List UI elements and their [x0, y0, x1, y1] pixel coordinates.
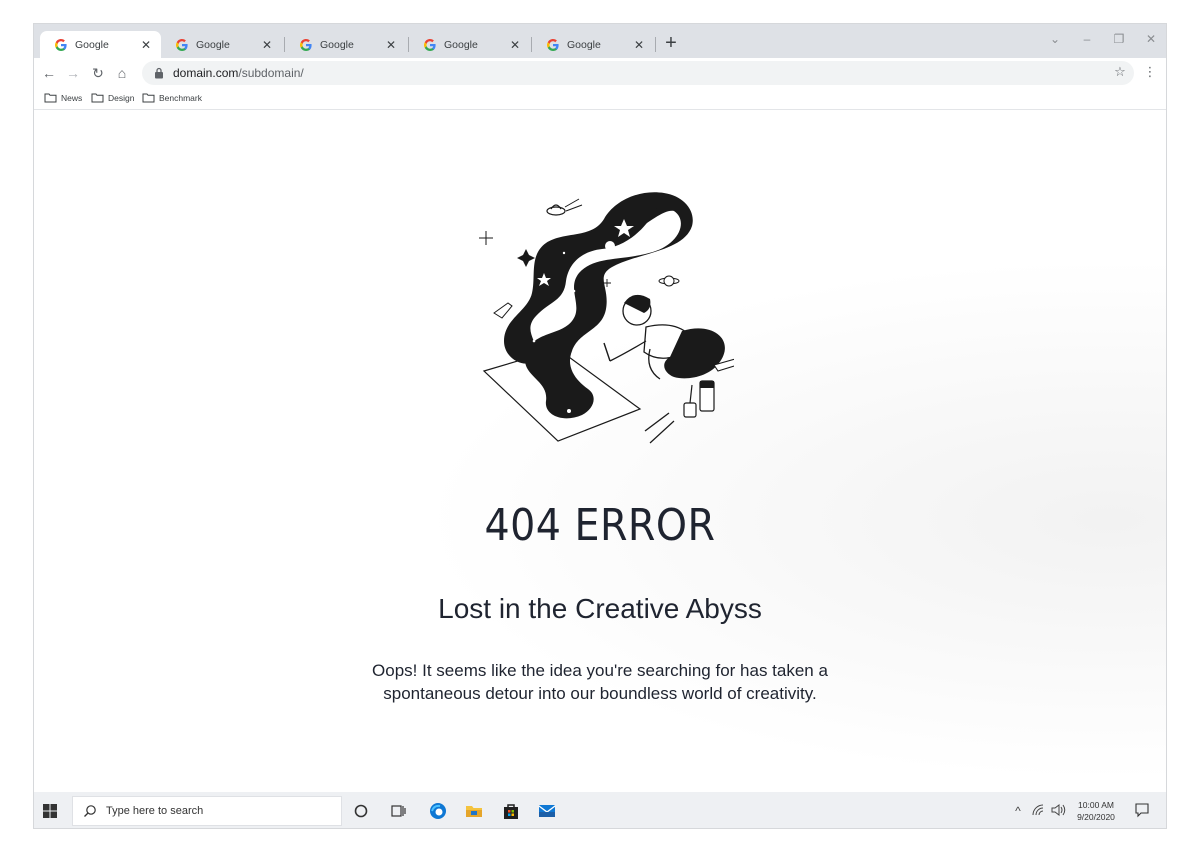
folder-icon: [44, 93, 57, 103]
tab-strip: Google ✕ Google ✕ Google ✕ Google ✕ Goog…: [34, 24, 1166, 58]
forward-button[interactable]: →: [64, 64, 82, 82]
browser-toolbar: ← → ↻ ⌂ domain.com/subdomain/ ☆ ⋮: [34, 58, 1166, 88]
google-icon: [55, 38, 67, 51]
bookmark-design[interactable]: Design: [91, 92, 134, 103]
bookmark-label: Benchmark: [159, 92, 202, 103]
bookmark-star-icon[interactable]: ☆: [1111, 64, 1129, 80]
system-clock[interactable]: 10:00 AM 9/20/2020: [1070, 799, 1122, 823]
mail-icon[interactable]: [538, 802, 556, 820]
search-placeholder: Type here to search: [106, 805, 204, 817]
tab-close-button[interactable]: ✕: [508, 38, 522, 52]
bookmark-news[interactable]: News: [44, 92, 82, 103]
tab-search-dropdown-button[interactable]: ⌄: [1046, 32, 1064, 46]
minimize-button[interactable]: –: [1078, 32, 1096, 46]
lock-icon: [155, 67, 163, 79]
tab-4[interactable]: Google ✕: [409, 31, 530, 58]
volume-icon[interactable]: [1050, 803, 1066, 817]
google-icon: [300, 38, 312, 51]
cortana-icon[interactable]: [352, 802, 370, 820]
task-view-icon[interactable]: [389, 802, 407, 820]
tab-title: Google: [320, 38, 354, 51]
tab-close-button[interactable]: ✕: [260, 38, 274, 52]
bookmark-benchmark[interactable]: Benchmark: [142, 92, 202, 103]
tray-expand-chevron[interactable]: ^: [1010, 804, 1026, 818]
new-tab-button[interactable]: +: [662, 33, 680, 53]
file-explorer-icon[interactable]: [465, 802, 483, 820]
url-path: /subdomain/: [238, 66, 304, 80]
google-icon: [424, 38, 436, 51]
tab-title: Google: [444, 38, 478, 51]
tab-close-button[interactable]: ✕: [139, 38, 153, 52]
tab-title: Google: [196, 38, 230, 51]
tab-close-button[interactable]: ✕: [384, 38, 398, 52]
folder-icon: [142, 93, 155, 103]
tab-3[interactable]: Google ✕: [285, 31, 406, 58]
tab-title: Google: [75, 38, 109, 51]
close-window-button[interactable]: ✕: [1142, 32, 1160, 46]
wifi-icon[interactable]: [1031, 803, 1045, 817]
folder-icon: [91, 93, 104, 103]
google-icon: [547, 38, 559, 51]
tab-title: Google: [567, 38, 601, 51]
tab-close-button[interactable]: ✕: [632, 38, 646, 52]
browser-window: Google ✕ Google ✕ Google ✕ Google ✕ Goog…: [33, 23, 1167, 829]
page-title: 404 ERROR: [484, 500, 716, 551]
google-icon: [176, 38, 188, 51]
page-subtitle: Lost in the Creative Abyss: [438, 593, 762, 624]
address-bar[interactable]: domain.com/subdomain/: [142, 61, 1134, 85]
search-icon: [84, 805, 96, 817]
restore-button[interactable]: ❐: [1110, 32, 1128, 46]
taskbar-search-box[interactable]: Type here to search: [72, 796, 342, 826]
windows-start-icon[interactable]: [42, 803, 58, 819]
tab-5[interactable]: Google ✕: [532, 31, 654, 58]
tab-1[interactable]: Google ✕: [40, 31, 161, 58]
home-button[interactable]: ⌂: [113, 64, 131, 82]
notification-center-icon[interactable]: [1134, 802, 1150, 818]
bookmark-label: Design: [108, 92, 135, 103]
description-line-2: spontaneous detour into our boundless wo…: [383, 684, 817, 703]
reload-button[interactable]: ↻: [89, 64, 107, 82]
store-icon[interactable]: [502, 802, 520, 820]
page-description: Oops! It seems like the idea you're sear…: [334, 659, 866, 705]
description-line-1: Oops! It seems like the idea you're sear…: [372, 661, 828, 680]
bookmarks-bar: News Design Benchmark: [34, 88, 1166, 110]
back-button[interactable]: ←: [40, 64, 58, 82]
space-painter-illustration: [479, 192, 734, 444]
url-host: domain.com: [173, 66, 239, 80]
clock-time: 10:00 AM: [1078, 800, 1114, 810]
page-content: 404 ERROR Lost in the Creative Abyss Oop…: [34, 111, 1166, 792]
edge-icon[interactable]: [429, 802, 447, 820]
windows-taskbar: Type here to search ^ 10:00 AM 9/20/2020: [34, 792, 1166, 828]
tab-separator: [655, 37, 656, 52]
bookmark-label: News: [61, 92, 83, 103]
tab-2[interactable]: Google ✕: [161, 31, 282, 58]
browser-menu-button[interactable]: ⋮: [1141, 64, 1159, 80]
clock-date: 9/20/2020: [1077, 812, 1115, 822]
